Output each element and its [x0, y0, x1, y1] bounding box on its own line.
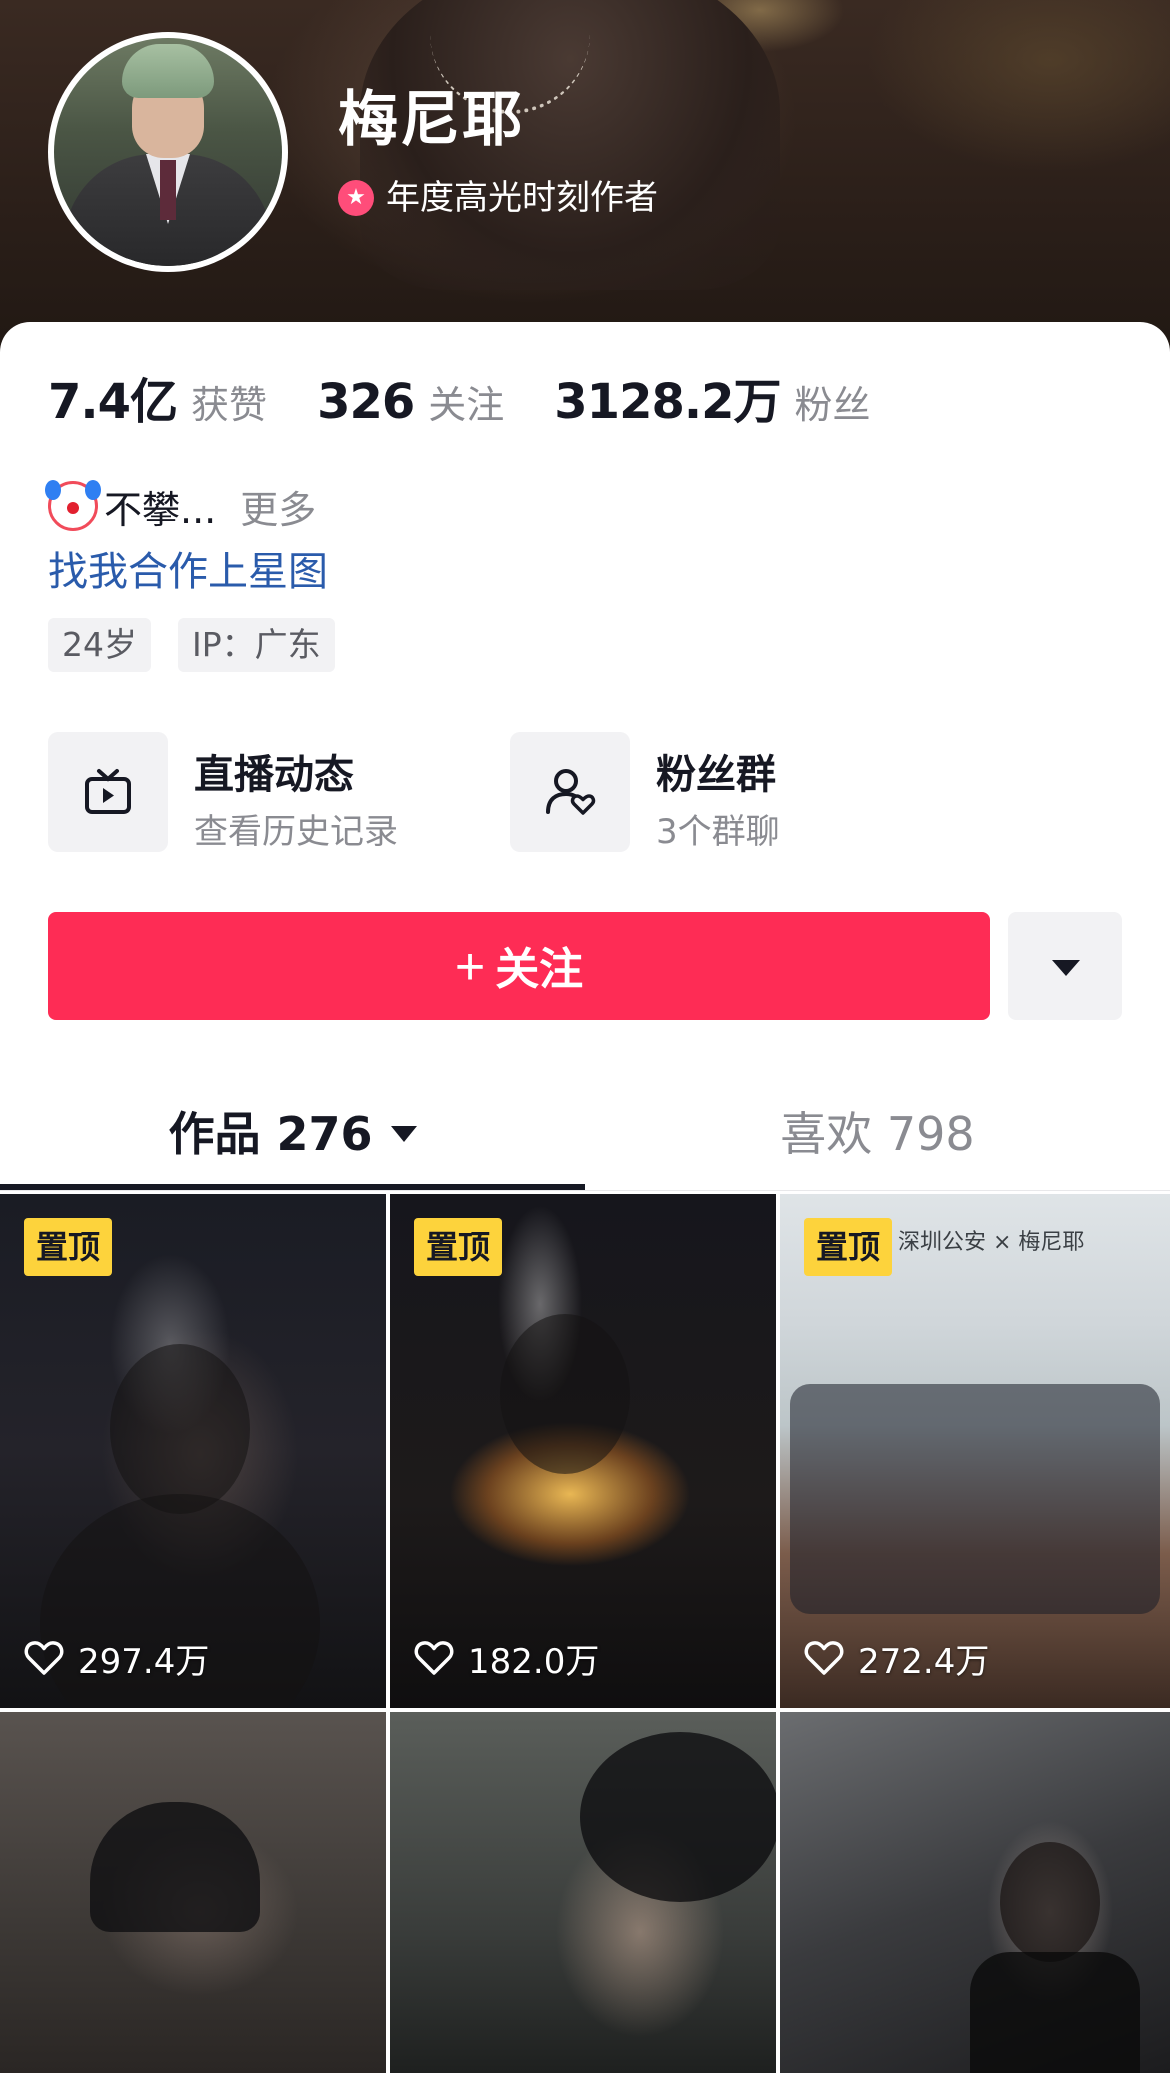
bio-text: 不攀... — [104, 487, 217, 532]
profile-page: 梅尼耶 ★ 年度高光时刻作者 7.4亿 获赞 326 关注 3128.2万 粉丝… — [0, 0, 1170, 2073]
video-tile[interactable] — [390, 1712, 776, 2073]
tab-works-label: 作品 276 — [168, 1107, 373, 1161]
fan-group-title: 粉丝群 — [656, 752, 776, 798]
user-heart-icon — [546, 769, 596, 815]
video-like-count: 272.4万 — [804, 1634, 989, 1682]
video-like-count: 297.4万 — [24, 1634, 209, 1682]
more-options-button[interactable] — [1008, 912, 1122, 1020]
likes-label[interactable]: 获赞 — [191, 374, 267, 429]
live-activity-title: 直播动态 — [194, 752, 354, 798]
video-subject — [500, 1314, 630, 1474]
fan-group-icon-box — [510, 732, 630, 852]
video-tile[interactable]: 置顶 182.0万 — [390, 1194, 776, 1708]
following-label[interactable]: 关注 — [428, 374, 504, 429]
live-activity-entry[interactable]: 直播动态 查看历史记录 — [48, 732, 448, 852]
video-tile[interactable] — [780, 1712, 1170, 2073]
stats-row: 7.4亿 获赞 326 关注 3128.2万 粉丝 — [48, 362, 921, 432]
pinned-badge: 置顶 — [414, 1218, 503, 1276]
bio: 不攀... 更多 — [45, 478, 316, 534]
video-subject-group — [790, 1384, 1160, 1614]
tab-divider — [0, 1190, 1170, 1191]
caret-down-icon — [390, 1125, 417, 1142]
video-subject — [90, 1802, 260, 1932]
likes-count[interactable]: 7.4亿 — [48, 362, 178, 432]
tab-likes[interactable]: 喜欢 798 — [585, 1094, 1170, 1174]
honor-title[interactable]: 年度高光时刻作者 — [386, 174, 658, 222]
video-subject — [580, 1732, 776, 1902]
collab-link[interactable]: 找我合作上星图 — [48, 544, 328, 600]
fan-group-entry[interactable]: 粉丝群 3个群聊 — [510, 732, 910, 852]
video-tile[interactable]: 深圳公安 × 梅尼耶 置顶 272.4万 — [780, 1194, 1170, 1708]
follow-button[interactable]: + 关注 — [48, 912, 990, 1020]
age-tag: 24岁 — [48, 618, 151, 672]
tv-icon — [85, 769, 131, 814]
video-subject-body — [970, 1952, 1140, 2073]
tab-works[interactable]: 作品 276 — [0, 1094, 585, 1174]
video-caption: 深圳公安 × 梅尼耶 — [898, 1230, 1085, 1255]
heart-icon — [414, 1641, 454, 1675]
video-like-value: 297.4万 — [78, 1641, 210, 1682]
following-count[interactable]: 326 — [317, 374, 415, 430]
heart-icon — [24, 1641, 64, 1675]
plus-icon: + — [454, 938, 486, 996]
video-tile[interactable] — [0, 1712, 386, 2073]
followers-count[interactable]: 3128.2万 — [554, 362, 781, 432]
heart-icon — [804, 1641, 844, 1675]
avatar[interactable] — [54, 38, 282, 266]
video-like-value: 182.0万 — [468, 1641, 600, 1682]
bio-more-link[interactable]: 更多 — [240, 479, 316, 534]
clown-emoji-icon — [45, 480, 101, 531]
video-like-value: 272.4万 — [858, 1641, 990, 1682]
tab-likes-label: 喜欢 798 — [780, 1107, 975, 1161]
caret-down-icon — [1052, 960, 1080, 976]
avatar-tie — [160, 160, 176, 220]
ip-tag: IP：广东 — [178, 618, 335, 672]
star-badge-icon: ★ — [338, 180, 374, 216]
live-activity-subtitle: 查看历史记录 — [194, 812, 398, 852]
avatar-hair — [122, 44, 214, 98]
follow-label: 关注 — [495, 945, 584, 994]
video-like-count: 182.0万 — [414, 1634, 599, 1682]
video-tile[interactable]: 置顶 297.4万 — [0, 1194, 386, 1708]
video-subject — [1000, 1842, 1100, 1962]
pinned-badge: 置顶 — [804, 1218, 893, 1276]
pinned-badge: 置顶 — [24, 1218, 113, 1276]
fan-group-subtitle: 3个群聊 — [656, 812, 780, 852]
followers-label[interactable]: 粉丝 — [795, 374, 871, 429]
profile-name: 梅尼耶 — [338, 85, 524, 155]
video-subject — [110, 1344, 250, 1514]
live-icon-box — [48, 732, 168, 852]
